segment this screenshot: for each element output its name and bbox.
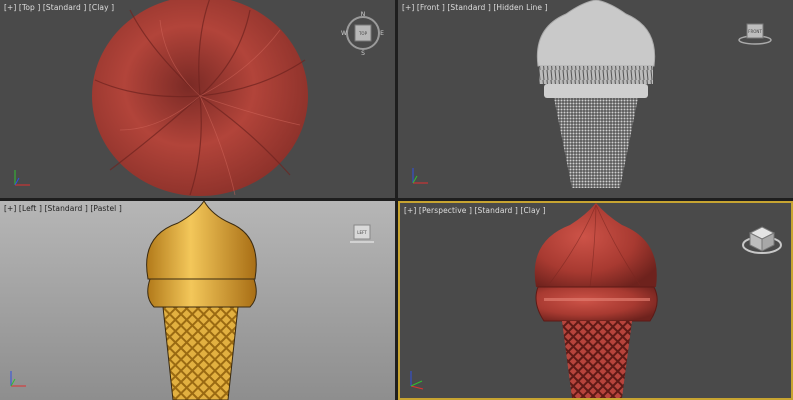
viewcube[interactable]: FRONT — [735, 20, 775, 46]
viewport-label[interactable]: [+] [Left ] [Standard ] [Pastel ] — [4, 204, 122, 213]
viewport-perspective[interactable]: [+] [Perspective ] [Standard ] [Clay ] — [398, 201, 793, 400]
front-view-model — [536, 0, 656, 188]
viewport-layout: [+] [Top ] [Standard ] [Clay ] TOP N S E… — [0, 0, 793, 400]
viewport-top[interactable]: [+] [Top ] [Standard ] [Clay ] TOP N S E… — [0, 0, 395, 198]
axis-tripod-icon — [412, 168, 428, 184]
viewport-label[interactable]: [+] [Front ] [Standard ] [Hidden Line ] — [402, 3, 548, 12]
viewcube-compass[interactable]: TOP N S E W — [340, 10, 386, 56]
compass-north: N — [361, 11, 366, 18]
axis-tripod-icon — [10, 371, 26, 387]
viewcube-front-face: FRONT — [748, 29, 762, 34]
viewport-label[interactable]: [+] [Top ] [Standard ] [Clay ] — [4, 3, 114, 12]
viewcube-left-face: LEFT — [357, 230, 367, 235]
compass-south: S — [361, 50, 365, 56]
compass-west: W — [341, 30, 347, 37]
viewport-left[interactable]: [+] [Left ] [Standard ] [Pastel ] LEFT — [0, 201, 395, 400]
axis-tripod-icon — [410, 371, 424, 390]
compass-east: E — [380, 30, 384, 37]
axis-tripod-icon — [14, 170, 30, 186]
top-view-model — [92, 0, 308, 196]
viewcube-top-face: TOP — [358, 31, 368, 36]
viewcube[interactable]: LEFT — [348, 221, 378, 247]
perspective-view-model — [534, 203, 658, 398]
viewport-front[interactable]: [+] [Front ] [Standard ] [Hidden Line ] … — [398, 0, 793, 198]
viewcube[interactable] — [740, 221, 784, 257]
left-view-model — [146, 201, 257, 400]
viewport-label[interactable]: [+] [Perspective ] [Standard ] [Clay ] — [404, 206, 546, 215]
